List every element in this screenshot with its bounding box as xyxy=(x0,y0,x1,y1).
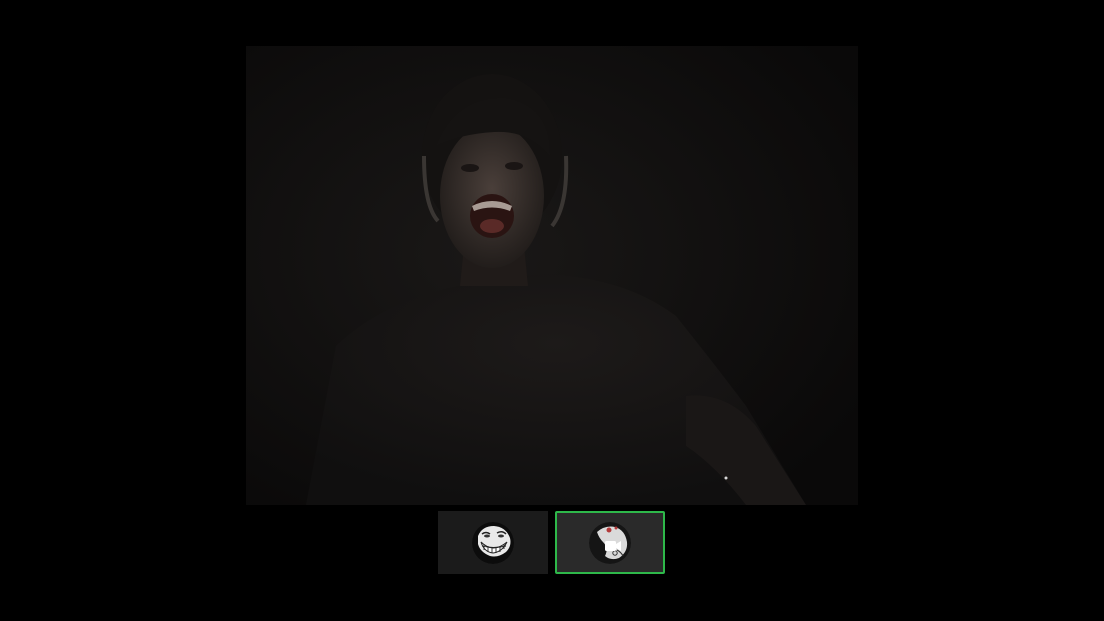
participant-tile-2-selected[interactable] xyxy=(555,511,665,574)
video-call-window xyxy=(0,0,1104,621)
main-video-feed[interactable] xyxy=(246,46,858,505)
webcam-video-image xyxy=(246,46,858,505)
participant-thumbnails xyxy=(438,511,666,575)
camera-off-icon xyxy=(605,537,621,551)
trollface-avatar-icon xyxy=(472,522,514,564)
participant-tile-1[interactable] xyxy=(438,511,548,574)
